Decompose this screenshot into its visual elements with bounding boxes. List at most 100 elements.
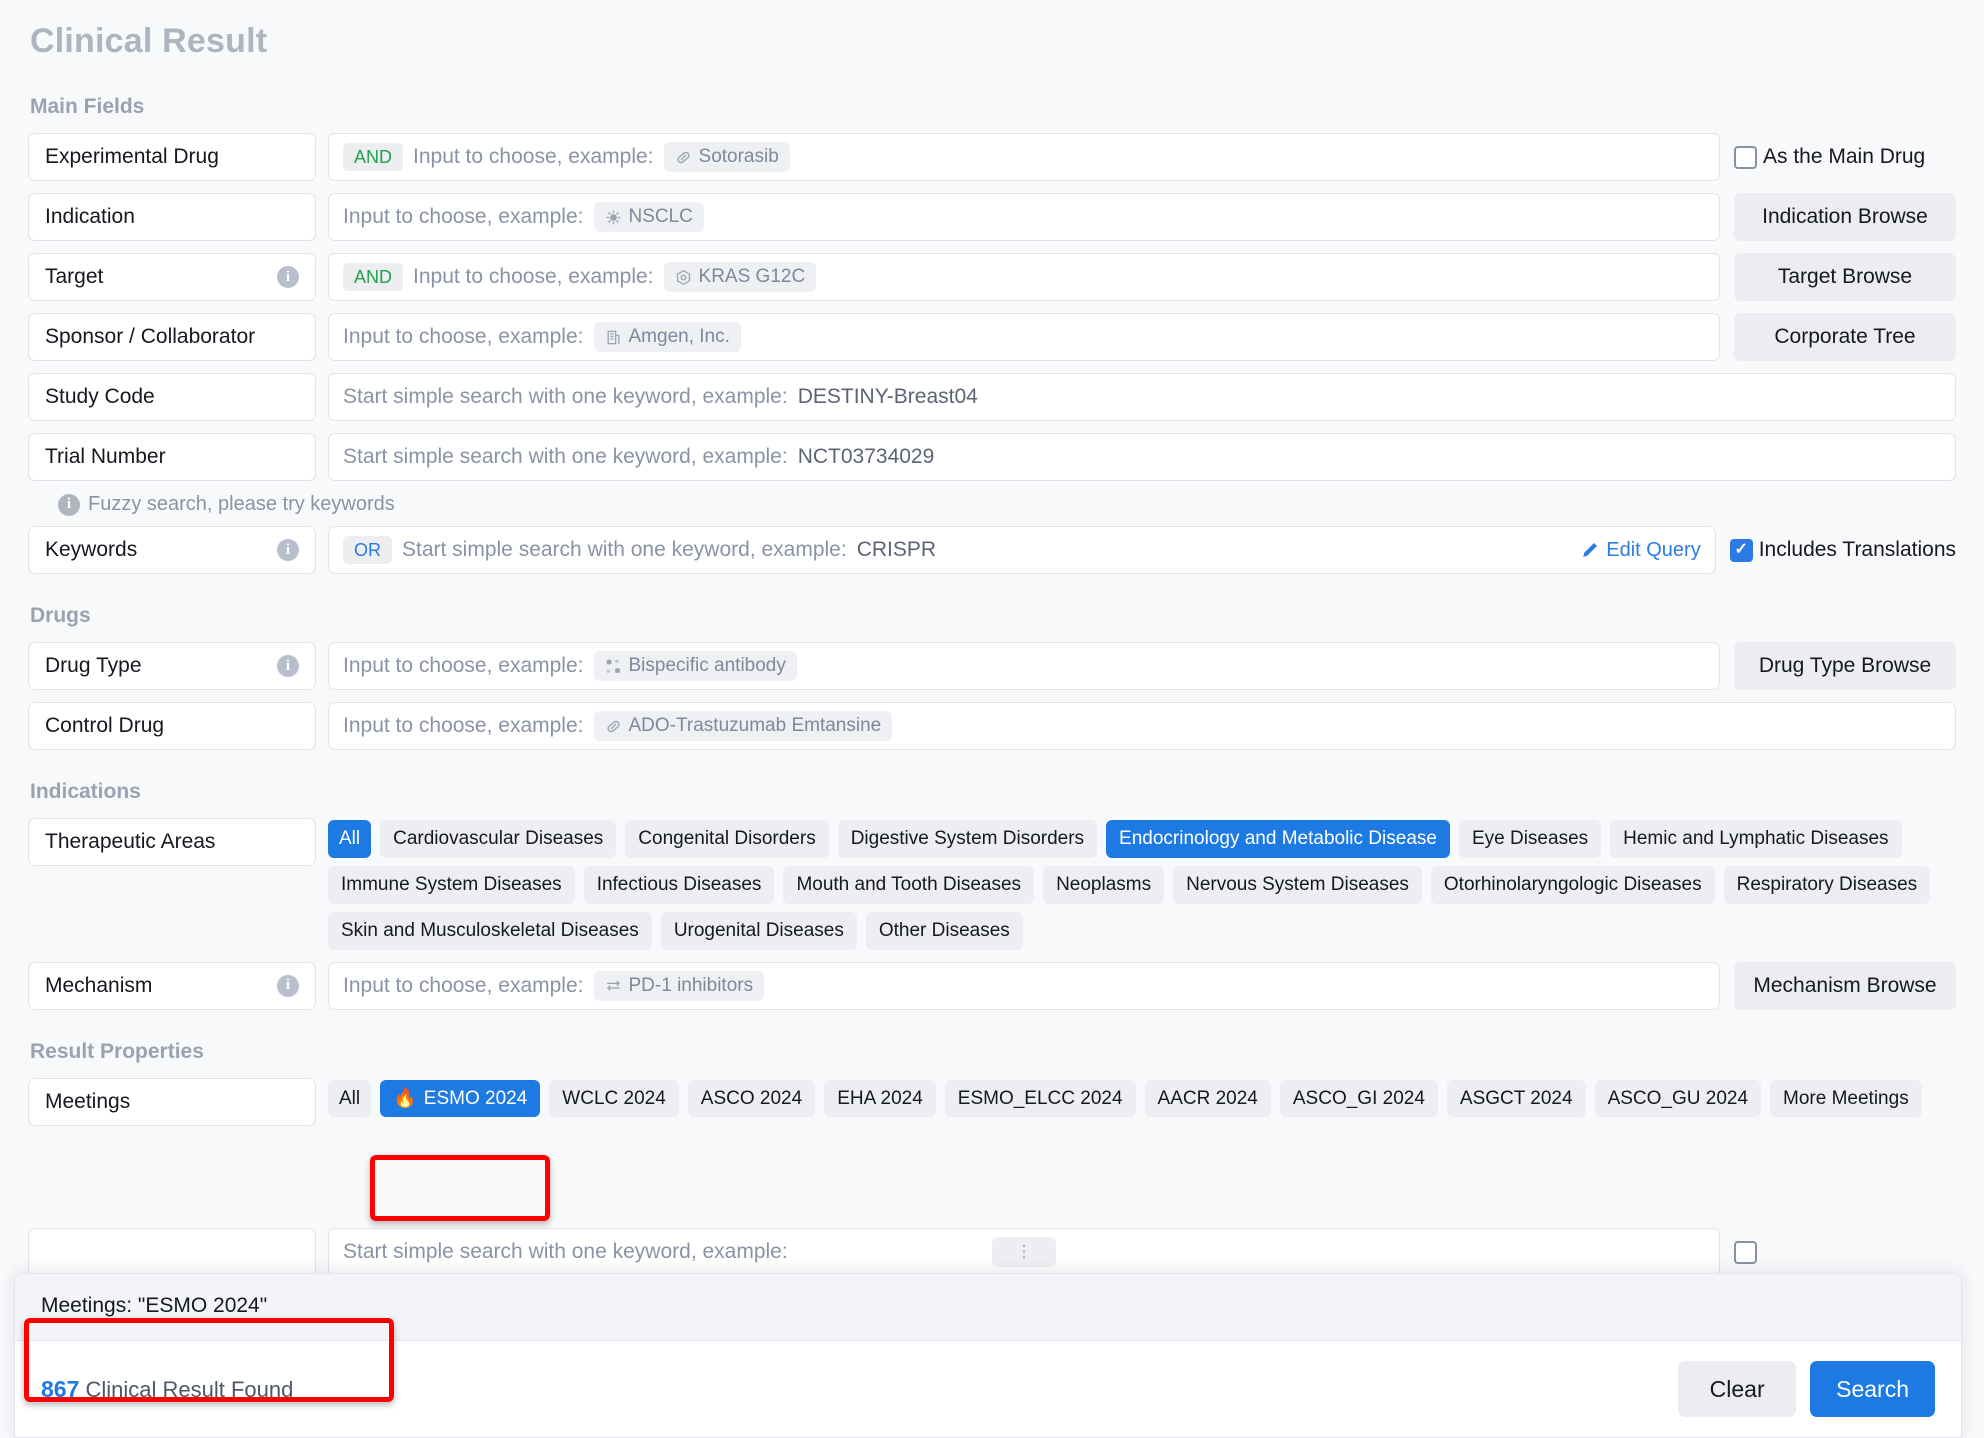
- row-study-code: Study Code Start simple search with one …: [28, 373, 1956, 421]
- therapeutic-area-tag-other-diseases[interactable]: Other Diseases: [865, 911, 1023, 950]
- therapeutic-area-tag-digestive-system-disorders[interactable]: Digestive System Disorders: [837, 820, 1098, 858]
- meeting-tag-asco-gu-2024[interactable]: ASCO_GU 2024: [1594, 1079, 1762, 1118]
- logic-chip-and[interactable]: AND: [343, 263, 404, 291]
- therapeutic-area-tag-otorhinolaryngologic-diseases[interactable]: Otorhinolaryngologic Diseases: [1430, 865, 1715, 904]
- therapeutic-area-tag-endocrinology-and-metabolic-disease[interactable]: Endocrinology and Metabolic Disease: [1106, 820, 1450, 858]
- field-label-keywords[interactable]: Keywords i: [28, 526, 316, 574]
- info-icon[interactable]: i: [277, 655, 299, 677]
- input-control-drug[interactable]: Input to choose, example: ADO-Trastuzuma…: [328, 702, 1956, 750]
- field-label-study-code[interactable]: Study Code: [28, 373, 316, 421]
- input-study-code[interactable]: Start simple search with one keyword, ex…: [328, 373, 1956, 421]
- input-mechanism[interactable]: Input to choose, example: PD-1 inhibitor…: [328, 961, 1720, 1010]
- side-mechanism: Mechanism Browse: [1734, 961, 1956, 1010]
- field-label-control-drug[interactable]: Control Drug: [28, 702, 316, 750]
- meeting-tag-eha-2024[interactable]: EHA 2024: [824, 1079, 936, 1118]
- field-label-experimental-drug[interactable]: Experimental Drug: [28, 133, 316, 181]
- mechanism-browse-button[interactable]: Mechanism Browse: [1734, 961, 1956, 1010]
- input-keywords[interactable]: OR Start simple search with one keyword,…: [328, 526, 1716, 574]
- meeting-tag-asco-2024[interactable]: ASCO 2024: [687, 1079, 816, 1118]
- checkbox-label: As the Main Drug: [1763, 145, 1926, 168]
- row-obscured-behind-overlay: Start simple search with one keyword, ex…: [28, 1228, 1956, 1276]
- section-main-fields: Main Fields Experimental Drug AND Input …: [28, 95, 1956, 574]
- clear-button[interactable]: Clear: [1678, 1361, 1797, 1417]
- field-label-sponsor[interactable]: Sponsor / Collaborator: [28, 313, 316, 361]
- input-obscured[interactable]: Start simple search with one keyword, ex…: [328, 1228, 1720, 1276]
- field-label-drug-type[interactable]: Drug Type i: [28, 642, 316, 690]
- search-button[interactable]: Search: [1810, 1361, 1935, 1417]
- therapeutic-area-tag-all[interactable]: All: [328, 820, 372, 858]
- checkbox-label: Includes Translations: [1758, 538, 1956, 561]
- result-count-display: 867 Clinical Result Found: [41, 1376, 293, 1403]
- example-chip-sotorasib[interactable]: Sotorasib: [663, 142, 790, 172]
- checkbox-obscured[interactable]: [1734, 1240, 1757, 1264]
- row-therapeutic-areas: Therapeutic Areas All Cardiovascular Dise…: [28, 818, 1956, 950]
- checkbox-box[interactable]: [1729, 538, 1753, 562]
- drug-type-browse-button[interactable]: Drug Type Browse: [1734, 642, 1956, 690]
- drag-handle[interactable]: ⋮: [992, 1237, 1056, 1267]
- input-trial-number[interactable]: Start simple search with one keyword, ex…: [328, 433, 1956, 481]
- example-chip-kras-g12c[interactable]: KRAS G12C: [663, 262, 817, 292]
- checkbox-as-the-main-drug[interactable]: As the Main Drug: [1734, 145, 1925, 169]
- info-icon[interactable]: i: [277, 974, 299, 997]
- field-label-meetings[interactable]: Meetings: [28, 1077, 316, 1126]
- example-label: DESTINY-Breast04: [797, 385, 978, 408]
- corporate-tree-button[interactable]: Corporate Tree: [1734, 313, 1956, 361]
- edit-query-button[interactable]: Edit Query: [1581, 538, 1701, 562]
- example-chip-nsclc[interactable]: NSCLC: [593, 202, 704, 232]
- example-chip-amgen[interactable]: Amgen, Inc.: [593, 322, 741, 352]
- therapeutic-area-tag-neoplasms[interactable]: Neoplasms: [1043, 865, 1165, 904]
- input-indication[interactable]: Input to choose, example: NSCLC: [328, 193, 1720, 241]
- info-icon[interactable]: i: [277, 266, 299, 288]
- therapeutic-area-tag-infectious-diseases[interactable]: Infectious Diseases: [583, 865, 775, 904]
- example-chip-bispecific-antibody[interactable]: Bispecific antibody: [593, 651, 797, 681]
- building-icon: [607, 330, 619, 344]
- row-target: Target i AND Input to choose, example: K…: [28, 253, 1956, 301]
- row-drug-type: Drug Type i Input to choose, example: Bi…: [28, 642, 1956, 690]
- field-label-obscured[interactable]: [28, 1228, 316, 1276]
- meeting-tag-esmo-elcc-2024[interactable]: ESMO_ELCC 2024: [944, 1079, 1136, 1118]
- therapeutic-area-tag-cardiovascular-diseases[interactable]: Cardiovascular Diseases: [380, 820, 617, 858]
- therapeutic-area-tag-skin-and-musculoskeletal-diseases[interactable]: Skin and Musculoskeletal Diseases: [328, 911, 652, 950]
- checkbox-box[interactable]: [1734, 145, 1757, 169]
- checkbox-box[interactable]: [1734, 1240, 1757, 1264]
- example-chip-ado-trastuzumab[interactable]: ADO-Trastuzumab Emtansine: [593, 711, 893, 741]
- meeting-tag-more-meetings[interactable]: More Meetings: [1770, 1079, 1922, 1118]
- therapeutic-area-tag-urogenital-diseases[interactable]: Urogenital Diseases: [660, 911, 857, 950]
- meeting-tag-asco-gi-2024[interactable]: ASCO_GI 2024: [1279, 1079, 1438, 1118]
- input-experimental-drug[interactable]: AND Input to choose, example: Sotorasib: [328, 133, 1720, 181]
- field-label-therapeutic-areas[interactable]: Therapeutic Areas: [28, 818, 316, 866]
- section-title-result-properties: Result Properties: [30, 1039, 204, 1063]
- example-label: Bispecific antibody: [628, 655, 786, 676]
- target-browse-button[interactable]: Target Browse: [1734, 253, 1956, 301]
- meeting-tag-asgct-2024[interactable]: ASGCT 2024: [1446, 1079, 1586, 1118]
- edit-query-label: Edit Query: [1606, 538, 1701, 561]
- therapeutic-area-tag-eye-diseases[interactable]: Eye Diseases: [1458, 820, 1602, 858]
- info-icon[interactable]: i: [277, 539, 299, 561]
- therapeutic-area-tag-congenital-disorders[interactable]: Congenital Disorders: [625, 820, 829, 858]
- field-label-indication[interactable]: Indication: [28, 193, 316, 241]
- indication-browse-button[interactable]: Indication Browse: [1734, 193, 1956, 241]
- therapeutic-area-tag-respiratory-diseases[interactable]: Respiratory Diseases: [1723, 865, 1931, 904]
- field-label-mechanism[interactable]: Mechanism i: [28, 961, 316, 1010]
- meeting-tag-all[interactable]: All: [328, 1079, 372, 1118]
- therapeutic-area-tag-mouth-and-tooth-diseases[interactable]: Mouth and Tooth Diseases: [783, 865, 1035, 904]
- therapeutic-area-tag-immune-system-diseases[interactable]: Immune System Diseases: [328, 865, 575, 904]
- meeting-tag-esmo-2024[interactable]: 🔥 ESMO 2024: [380, 1079, 541, 1118]
- field-label-target[interactable]: Target i: [28, 253, 316, 301]
- field-label-trial-number[interactable]: Trial Number: [28, 433, 316, 481]
- target-icon: [676, 269, 690, 285]
- input-sponsor[interactable]: Input to choose, example: Amgen, Inc.: [328, 313, 1720, 361]
- placeholder-text: Start simple search with one keyword, ex…: [343, 1240, 788, 1263]
- therapeutic-area-tag-hemic-and-lymphatic-diseases[interactable]: Hemic and Lymphatic Diseases: [1610, 820, 1902, 858]
- meeting-tag-aacr-2024[interactable]: AACR 2024: [1144, 1079, 1271, 1118]
- example-chip-pd1-inhibitors[interactable]: PD-1 inhibitors: [593, 970, 765, 1001]
- input-target[interactable]: AND Input to choose, example: KRAS G12C: [328, 253, 1720, 301]
- pill-icon: [676, 151, 690, 163]
- logic-chip-and[interactable]: AND: [343, 143, 404, 171]
- side-obscured: [1734, 1228, 1956, 1276]
- therapeutic-area-tag-nervous-system-diseases[interactable]: Nervous System Diseases: [1173, 865, 1422, 904]
- input-drug-type[interactable]: Input to choose, example: Bispecific ant…: [328, 642, 1720, 690]
- logic-chip-or[interactable]: OR: [343, 536, 392, 564]
- checkbox-includes-translations[interactable]: Includes Translations: [1729, 538, 1956, 562]
- meeting-tag-wclc-2024[interactable]: WCLC 2024: [549, 1079, 679, 1118]
